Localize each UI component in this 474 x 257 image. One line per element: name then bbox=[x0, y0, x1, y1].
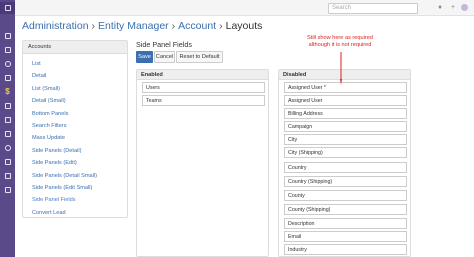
disabled-field[interactable]: County bbox=[284, 190, 407, 201]
disabled-field[interactable]: Billing Address bbox=[284, 108, 407, 119]
disabled-field[interactable]: Assigned User * bbox=[284, 82, 407, 93]
disabled-heading: Disabled bbox=[279, 70, 410, 80]
layout-item[interactable]: Mass Update bbox=[23, 132, 127, 144]
layout-item[interactable]: Detail bbox=[23, 70, 127, 82]
contacts-icon[interactable] bbox=[0, 58, 15, 70]
breadcrumb-entity-manager[interactable]: Entity Manager bbox=[98, 20, 169, 32]
enabled-field[interactable]: Users bbox=[142, 82, 265, 93]
calendar-icon[interactable] bbox=[0, 128, 15, 140]
breadcrumb-separator: › bbox=[91, 20, 96, 32]
disabled-field[interactable]: Assigned User bbox=[284, 95, 407, 106]
breadcrumb-separator: › bbox=[219, 20, 223, 32]
layout-item[interactable]: Side Panels (Edit Small) bbox=[23, 182, 127, 194]
disabled-field[interactable]: Email bbox=[284, 231, 407, 242]
layout-item[interactable]: List bbox=[23, 58, 127, 70]
email-icon[interactable] bbox=[0, 114, 15, 126]
left-sidebar: $ bbox=[0, 0, 15, 257]
leads-icon[interactable] bbox=[0, 72, 15, 84]
breadcrumb-current: Layouts bbox=[225, 20, 263, 32]
disabled-field[interactable]: Description bbox=[284, 218, 407, 229]
documents-icon[interactable] bbox=[0, 184, 15, 196]
layout-item[interactable]: Bottom Panels bbox=[23, 108, 127, 120]
layout-item[interactable]: Convert Lead bbox=[23, 207, 127, 219]
layout-item-active[interactable]: Side Panel Fields bbox=[23, 194, 127, 206]
disabled-field[interactable]: Industry bbox=[284, 244, 407, 255]
tasks-icon[interactable] bbox=[0, 170, 15, 182]
disabled-field[interactable]: County (Shipping) bbox=[284, 204, 407, 215]
disabled-fields-panel: Disabled Assigned User * Assigned User B… bbox=[278, 69, 411, 257]
layout-item[interactable]: List (Small) bbox=[23, 83, 127, 95]
disabled-field[interactable]: City (Shipping) bbox=[284, 147, 407, 158]
layout-item[interactable]: Side Panels (Detail Small) bbox=[23, 170, 127, 182]
save-button[interactable]: Save bbox=[136, 51, 153, 63]
layout-item[interactable]: Detail (Small) bbox=[23, 95, 127, 107]
reset-to-default-button[interactable]: Reset to Default bbox=[176, 51, 223, 63]
cases-icon[interactable] bbox=[0, 100, 15, 112]
menu-icon[interactable] bbox=[0, 2, 15, 14]
dashboard-icon[interactable] bbox=[0, 30, 15, 42]
enabled-fields-panel: Enabled Users Teams bbox=[136, 69, 269, 257]
layout-item[interactable]: Side Panels (Detail) bbox=[23, 145, 127, 157]
top-navbar: Search ♦ + ⋮ bbox=[15, 0, 474, 16]
layout-item[interactable]: Search Filters bbox=[23, 120, 127, 132]
breadcrumb-separator: › bbox=[171, 20, 176, 32]
layout-item[interactable]: Side Panels (Edit) bbox=[23, 157, 127, 169]
calls-icon[interactable] bbox=[0, 156, 15, 168]
opportunities-icon[interactable]: $ bbox=[0, 86, 15, 98]
annotation-line-2: although it is not required bbox=[308, 42, 372, 48]
layouts-list-heading: Accounts bbox=[23, 41, 127, 54]
annotation-note: Still show here as required although it … bbox=[300, 35, 380, 49]
breadcrumb-account[interactable]: Account bbox=[178, 20, 216, 32]
page-title: Side Panel Fields bbox=[136, 40, 192, 49]
disabled-field[interactable]: Country (Shipping) bbox=[284, 176, 407, 187]
meetings-icon[interactable] bbox=[0, 142, 15, 154]
annotation-line-1: Still show here as required bbox=[307, 35, 373, 41]
cancel-button[interactable]: Cancel bbox=[154, 51, 175, 63]
disabled-field[interactable]: City bbox=[284, 134, 407, 145]
enabled-field[interactable]: Teams bbox=[142, 95, 265, 106]
annotation-arrow bbox=[340, 52, 342, 85]
enabled-heading: Enabled bbox=[137, 70, 268, 80]
disabled-field[interactable]: Country bbox=[284, 162, 407, 173]
breadcrumb-administration[interactable]: Administration bbox=[22, 20, 89, 32]
breadcrumb: Administration › Entity Manager › Accoun… bbox=[22, 18, 262, 34]
avatar[interactable] bbox=[461, 4, 468, 11]
disabled-field[interactable]: Campaign bbox=[284, 121, 407, 132]
search-input[interactable]: Search bbox=[328, 3, 418, 14]
layouts-list-panel: Accounts List Detail List (Small) Detail… bbox=[22, 40, 128, 218]
bell-icon[interactable]: ♦ bbox=[436, 4, 444, 12]
accounts-icon[interactable] bbox=[0, 44, 15, 56]
plus-icon[interactable]: + bbox=[449, 4, 457, 12]
